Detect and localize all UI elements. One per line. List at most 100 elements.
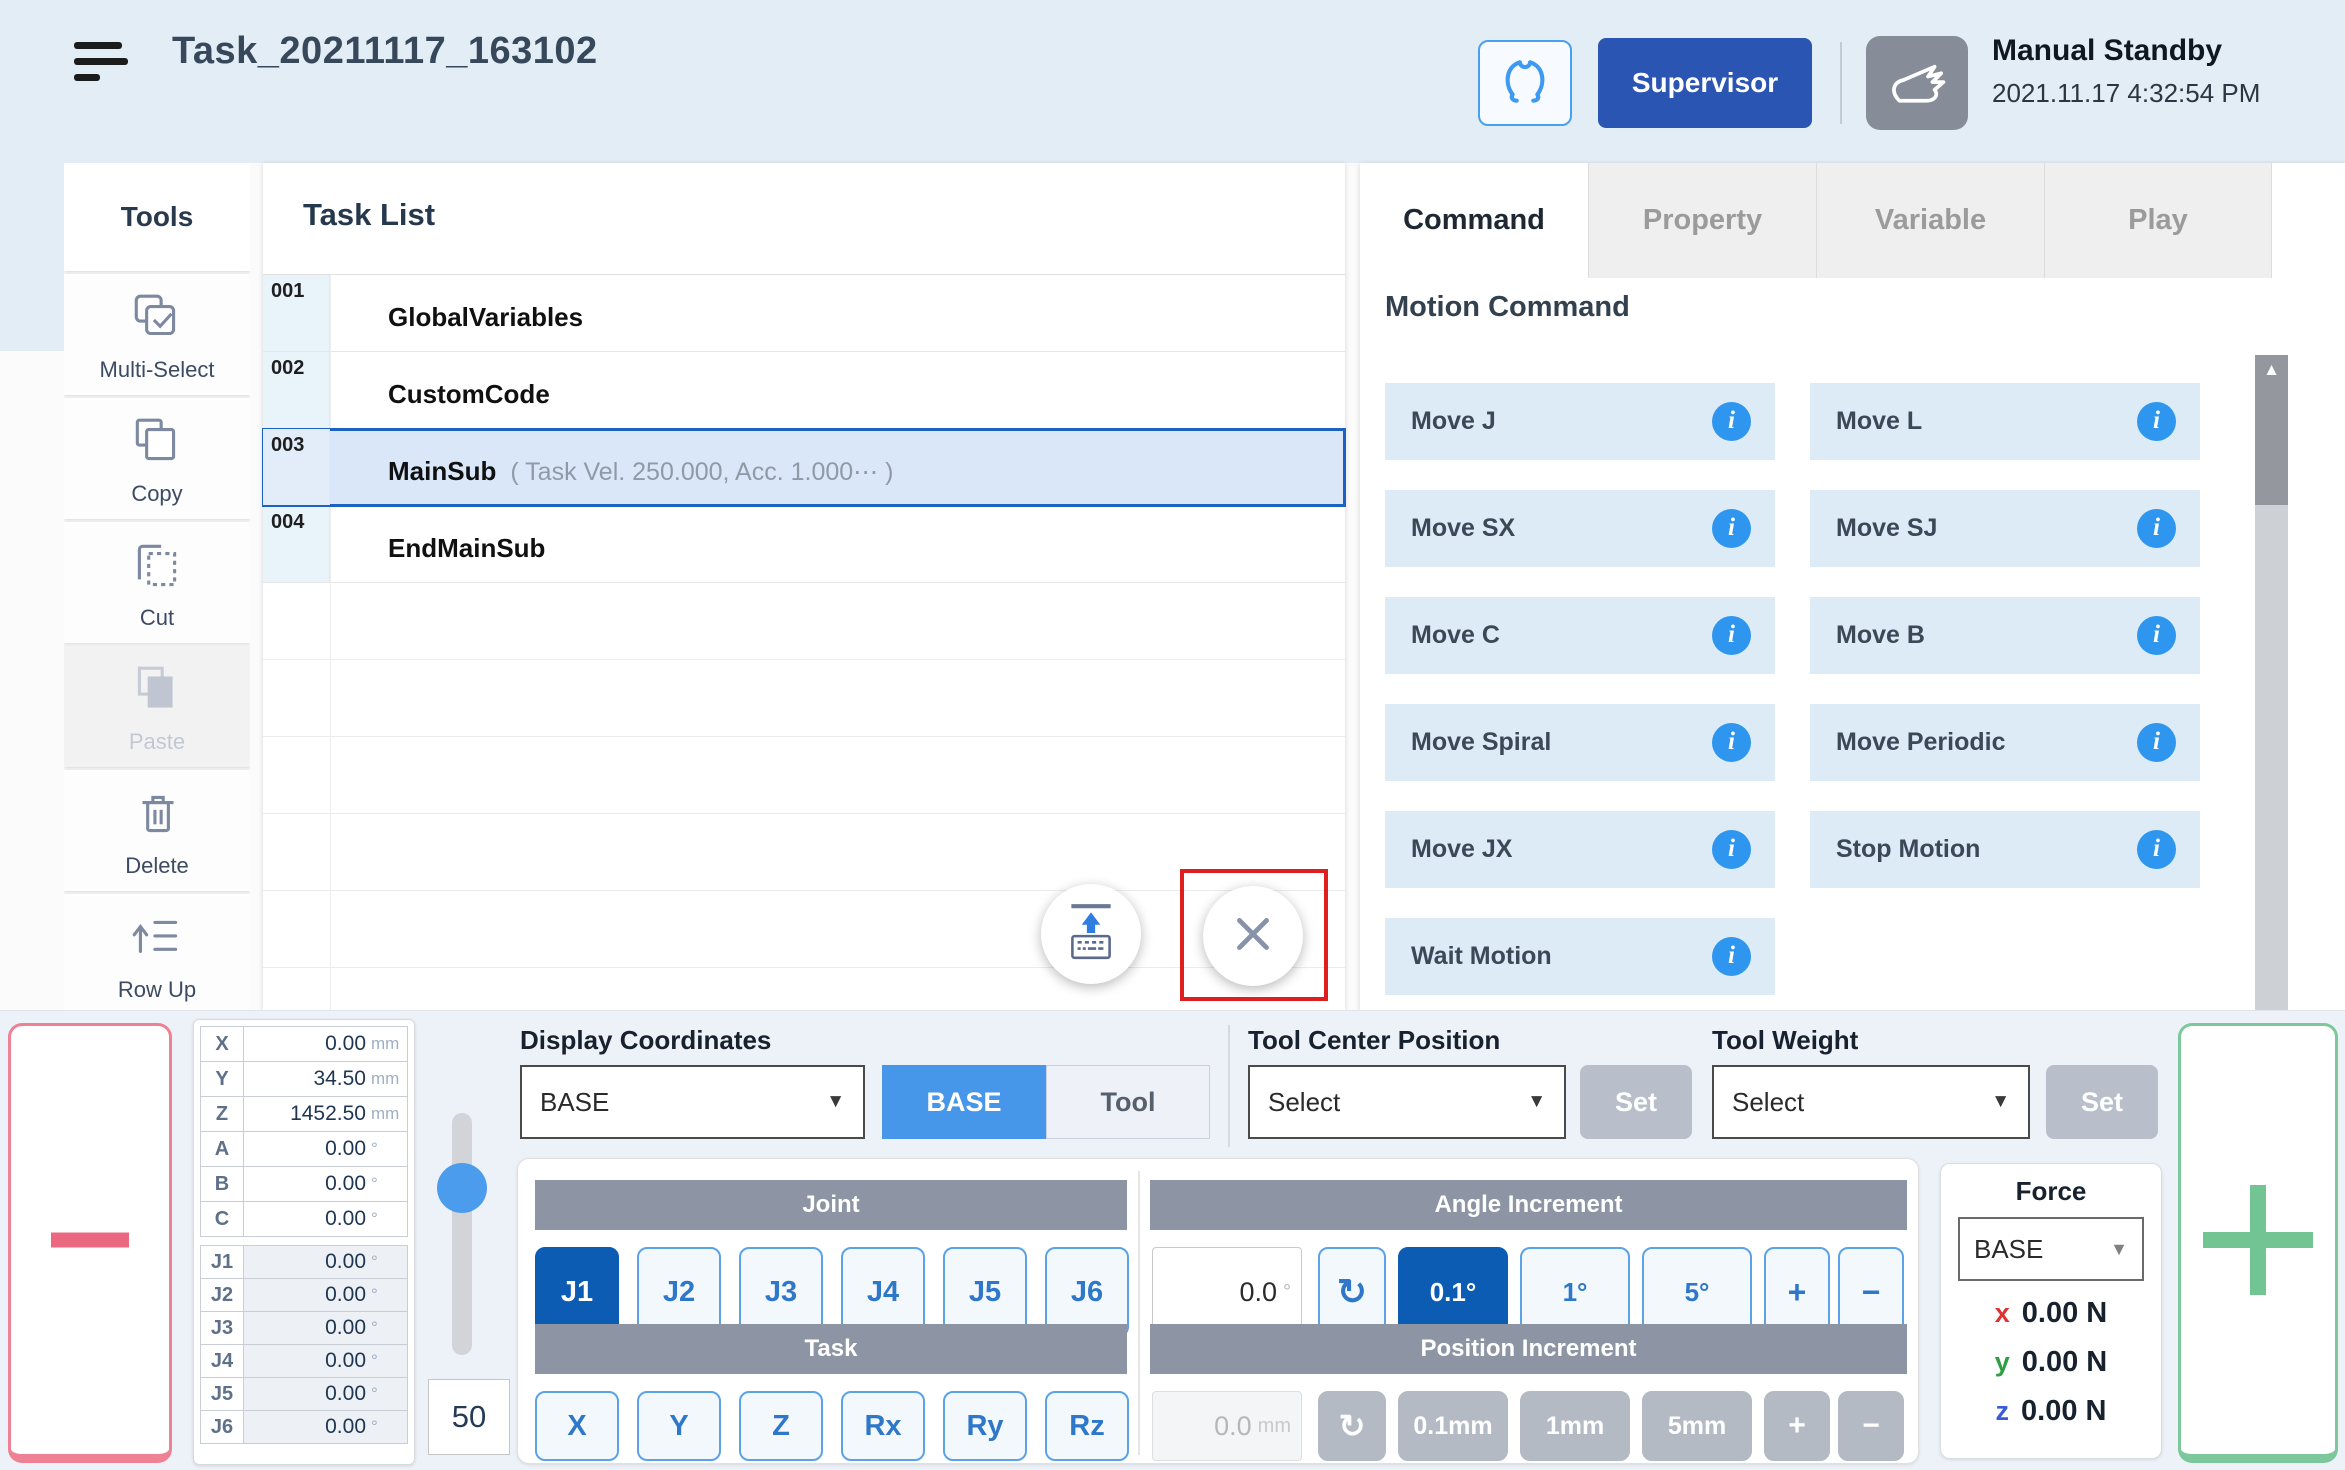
toolbar-item-multi-select[interactable]: Multi-Select <box>64 274 250 395</box>
info-icon[interactable]: i <box>1712 509 1751 548</box>
joint-pose-group: J10.00° J20.00° J30.00° J40.00° J50.00° … <box>200 1245 408 1444</box>
toolbar-item-row-up[interactable]: Row Up <box>64 894 250 1010</box>
position-increment-1mm-button[interactable]: 1mm <box>1520 1391 1630 1461</box>
supervisor-button[interactable]: Supervisor <box>1598 38 1812 128</box>
move-sx-button[interactable]: Move SXi <box>1385 490 1775 567</box>
gripper-tool-button[interactable] <box>1478 40 1572 126</box>
empty-task-row <box>263 737 1345 814</box>
speed-value-field[interactable]: 50 <box>428 1379 510 1455</box>
app-screen: Task_20211117_163102 Supervisor Manual S… <box>0 0 2345 1470</box>
toolbar-item-cut[interactable]: Cut <box>64 522 250 643</box>
pose-row-y: Y34.50mm <box>200 1061 408 1097</box>
toolbar-item-label: Paste <box>64 729 250 755</box>
scroll-up-arrow-icon[interactable]: ▲ <box>2255 355 2288 385</box>
cut-icon <box>128 583 186 600</box>
section-divider <box>1228 1025 1230 1147</box>
wait-motion-button[interactable]: Wait Motioni <box>1385 918 1775 995</box>
info-icon[interactable]: i <box>2137 830 2176 869</box>
tool-weight-dropdown[interactable]: Select ▼ <box>1712 1065 2030 1139</box>
tab-property[interactable]: Property <box>1588 163 1816 278</box>
toolbar-item-label: Row Up <box>64 977 250 1003</box>
info-icon[interactable]: i <box>2137 509 2176 548</box>
pose-row-j5: J50.00° <box>200 1377 408 1411</box>
empty-task-row <box>263 660 1345 737</box>
force-frame-dropdown[interactable]: BASE ▼ <box>1958 1217 2144 1281</box>
position-plus-button[interactable]: + <box>1764 1391 1830 1461</box>
chevron-down-icon: ▼ <box>826 1091 845 1113</box>
info-icon[interactable]: i <box>2137 402 2176 441</box>
tool-center-position-set-button[interactable]: Set <box>1580 1065 1692 1139</box>
info-icon[interactable]: i <box>1712 723 1751 762</box>
info-icon[interactable]: i <box>2137 723 2176 762</box>
toolbar-item-delete[interactable]: Delete <box>64 770 250 891</box>
task-row-002[interactable]: 002 CustomCode <box>263 352 1345 429</box>
paste-icon <box>128 707 186 724</box>
task-row-number: 001 <box>271 280 304 303</box>
pose-row-b: B0.00° <box>200 1166 408 1202</box>
info-icon[interactable]: i <box>1712 937 1751 976</box>
task-row-name: MainSub <box>388 456 496 486</box>
tab-command[interactable]: Command <box>1360 163 1588 278</box>
info-icon[interactable]: i <box>1712 830 1751 869</box>
virtual-keyboard-button[interactable] <box>1041 884 1141 984</box>
task-x-button[interactable]: X <box>535 1391 619 1461</box>
toolbar-item-copy[interactable]: Copy <box>64 398 250 519</box>
info-icon[interactable]: i <box>1712 616 1751 655</box>
info-icon[interactable]: i <box>1712 402 1751 441</box>
pose-row-j6: J60.00° <box>200 1410 408 1444</box>
move-jx-button[interactable]: Move JXi <box>1385 811 1775 888</box>
task-y-button[interactable]: Y <box>637 1391 721 1461</box>
position-minus-button[interactable]: − <box>1838 1391 1904 1461</box>
scrollbar-track[interactable]: ▲ <box>2255 355 2288 1010</box>
pose-row-j4: J40.00° <box>200 1344 408 1378</box>
toolbar-item-label: Multi-Select <box>64 357 250 383</box>
task-row-003-selected[interactable]: 003 MainSub( Task Vel. 250.000, Acc. 1.0… <box>263 429 1345 506</box>
page-title: Task_20211117_163102 <box>172 30 598 73</box>
move-l-button[interactable]: Move Li <box>1810 383 2200 460</box>
position-increment-0-1mm-button[interactable]: 0.1mm <box>1398 1391 1508 1461</box>
task-rx-button[interactable]: Rx <box>841 1391 925 1461</box>
task-row-number: 002 <box>271 357 304 380</box>
coords-toggle-tool[interactable]: Tool <box>1046 1065 1210 1139</box>
move-b-button[interactable]: Move Bi <box>1810 597 2200 674</box>
move-j-button[interactable]: Move Ji <box>1385 383 1775 460</box>
manual-mode-button[interactable] <box>1866 36 1968 130</box>
tab-variable[interactable]: Variable <box>1816 163 2044 278</box>
speed-slider-track[interactable] <box>452 1113 472 1355</box>
tab-play[interactable]: Play <box>2044 163 2272 278</box>
force-x-row: x0.00 N <box>1941 1297 2161 1330</box>
coords-toggle-base[interactable]: BASE <box>882 1065 1046 1139</box>
position-increment-input[interactable]: 0.0mm <box>1152 1391 1302 1461</box>
task-row-004[interactable]: 004 EndMainSub <box>263 506 1345 583</box>
display-coordinates-dropdown[interactable]: BASE ▼ <box>520 1065 865 1139</box>
jog-plus-button[interactable] <box>2178 1023 2338 1463</box>
gripper-icon <box>1496 52 1554 115</box>
tool-center-position-dropdown[interactable]: Select ▼ <box>1248 1065 1566 1139</box>
command-panel: Command Property Variable Play Motion Co… <box>1360 163 2345 1010</box>
left-background-strip <box>0 163 64 351</box>
tool-weight-set-button[interactable]: Set <box>2046 1065 2158 1139</box>
jog-minus-button[interactable] <box>8 1023 172 1463</box>
scrollbar-thumb[interactable]: ▲ <box>2255 355 2288 505</box>
stop-motion-button[interactable]: Stop Motioni <box>1810 811 2200 888</box>
task-rz-button[interactable]: Rz <box>1045 1391 1129 1461</box>
robot-pose-table: X0.00mm Y34.50mm Z1452.50mm A0.00° B0.00… <box>193 1019 415 1465</box>
pose-row-z: Z1452.50mm <box>200 1096 408 1132</box>
move-c-button[interactable]: Move Ci <box>1385 597 1775 674</box>
task-z-button[interactable]: Z <box>739 1391 823 1461</box>
speed-slider-thumb[interactable] <box>437 1163 487 1213</box>
toolbar-item-label: Copy <box>64 481 250 507</box>
task-row-001[interactable]: 001 GlobalVariables <box>263 275 1345 352</box>
toolbar-item-paste[interactable]: Paste <box>64 646 250 767</box>
position-reset-button[interactable]: ↻ <box>1318 1391 1386 1461</box>
move-periodic-button[interactable]: Move Periodici <box>1810 704 2200 781</box>
move-spiral-button[interactable]: Move Spirali <box>1385 704 1775 781</box>
task-ry-button[interactable]: Ry <box>943 1391 1027 1461</box>
pose-row-c: C0.00° <box>200 1201 408 1237</box>
move-sj-button[interactable]: Move SJi <box>1810 490 2200 567</box>
hamburger-menu-icon[interactable] <box>74 42 130 82</box>
info-icon[interactable]: i <box>2137 616 2176 655</box>
empty-task-row <box>263 583 1345 660</box>
pose-row-a: A0.00° <box>200 1131 408 1167</box>
position-increment-5mm-button[interactable]: 5mm <box>1642 1391 1752 1461</box>
